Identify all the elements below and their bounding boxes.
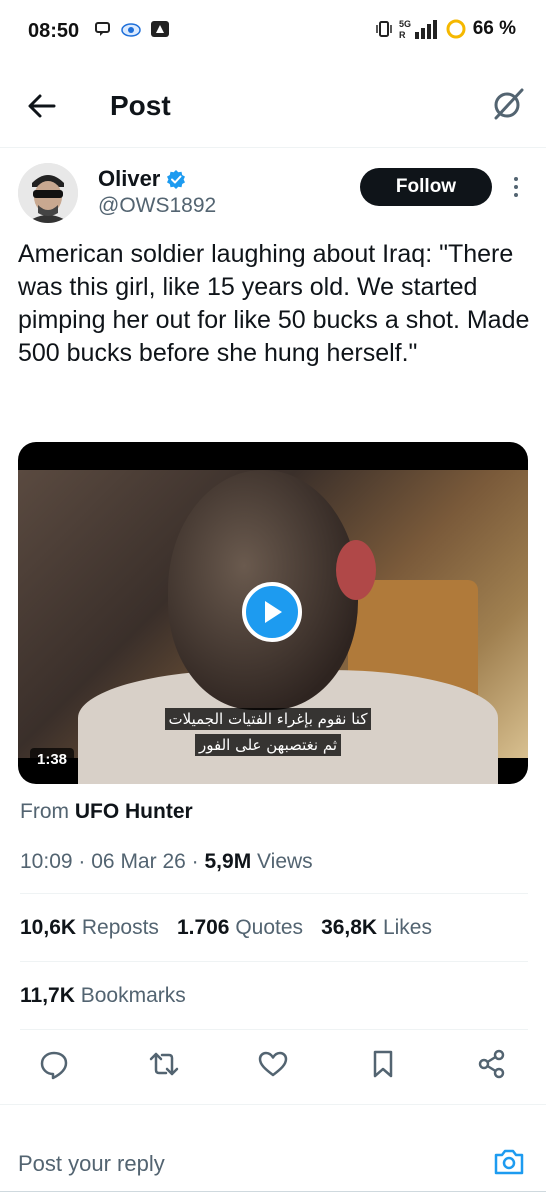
quotes-count: 1.706: [176, 916, 230, 939]
camera-icon[interactable]: [492, 1145, 526, 1179]
subtitle-line-2: ثم نغتصبهن على الفور: [194, 734, 341, 756]
battery-icon: [446, 19, 466, 39]
from-source: From UFO Hunter: [20, 800, 193, 824]
drive-app-icon: [151, 21, 169, 37]
post-meta: 10:09 · 06 Mar 26 · 5,9M Views: [20, 850, 313, 874]
like-icon[interactable]: [257, 1048, 289, 1080]
verified-badge-icon: [167, 170, 186, 189]
reply-underline: [0, 1191, 546, 1192]
status-time: 08:50: [28, 20, 80, 42]
bookmark-icon[interactable]: [367, 1048, 399, 1080]
meta-separator: ·: [78, 850, 86, 873]
play-icon: [265, 601, 282, 623]
views-label: Views: [257, 850, 313, 873]
network-sub-label: R: [399, 30, 406, 40]
video-duration: 1:38: [30, 748, 75, 771]
author-name-text: Oliver: [98, 166, 161, 191]
likes-count: 36,8K: [321, 916, 378, 939]
vibrate-icon: [375, 21, 392, 37]
divider: [20, 1029, 528, 1030]
likes-stat[interactable]: 36,8K Likes: [321, 916, 432, 940]
signal-icon: 5G R: [399, 19, 437, 40]
divider: [20, 961, 528, 962]
bookmarks-stat[interactable]: 11,7K Bookmarks: [20, 984, 186, 1008]
share-icon[interactable]: [476, 1048, 508, 1080]
reply-composer: [0, 1104, 546, 1200]
battery-level: 66 %: [472, 18, 516, 39]
play-button[interactable]: [242, 582, 302, 642]
divider: [20, 893, 528, 894]
meta-separator: ·: [191, 850, 199, 873]
views-count: 5,9M: [204, 850, 252, 873]
quotes-stat[interactable]: 1.706 Quotes: [177, 916, 303, 940]
status-bar: 08:50 5G R 66 %: [0, 0, 546, 62]
network-label: 5G: [399, 19, 411, 29]
bookmarks-label: Bookmarks: [80, 984, 186, 1007]
reposts-count: 10,6K: [20, 916, 77, 939]
avatar[interactable]: [18, 163, 78, 223]
thumbnail-ear: [336, 540, 376, 600]
reposts-label: Reposts: [81, 916, 159, 939]
notification-app-icon: [95, 22, 110, 36]
from-source-link[interactable]: UFO Hunter: [75, 800, 193, 823]
page-title: Post: [110, 90, 171, 121]
back-arrow-icon[interactable]: [24, 88, 60, 124]
quotes-label: Quotes: [235, 916, 304, 939]
eye-app-icon: [121, 23, 141, 37]
reply-icon[interactable]: [38, 1048, 70, 1080]
post-actions: [20, 1048, 528, 1088]
likes-label: Likes: [382, 916, 432, 939]
video-subtitles: كنا نقوم بإغراء الفتيات الجميلات ثم نغتص…: [148, 708, 388, 760]
grok-icon[interactable]: [490, 86, 526, 122]
follow-button[interactable]: Follow: [360, 168, 492, 206]
system-icons: 5G R 66 %: [375, 18, 516, 40]
post-author: Oliver @OWS1892 Follow: [18, 160, 528, 226]
top-bar: Post: [0, 62, 546, 148]
author-name[interactable]: Oliver: [98, 166, 186, 192]
from-label: From: [20, 800, 69, 823]
video-player[interactable]: كنا نقوم بإغراء الفتيات الجميلات ثم نغتص…: [18, 442, 528, 784]
post-text: American soldier laughing about Iraq: "T…: [18, 240, 530, 367]
avatar-image: [18, 163, 78, 223]
engagement-stats: 10,6K Reposts 1.706 Quotes 36,8K Likes: [20, 916, 432, 940]
subtitle-line-1: كنا نقوم بإغراء الفتيات الجميلات: [164, 708, 372, 730]
post-date: 06 Mar 26: [91, 850, 186, 873]
repost-icon[interactable]: [148, 1048, 180, 1080]
notification-icons: [94, 20, 170, 38]
reposts-stat[interactable]: 10,6K Reposts: [20, 916, 159, 940]
reply-input[interactable]: [18, 1151, 418, 1177]
post-time: 10:09: [20, 850, 73, 873]
more-options-icon[interactable]: [510, 176, 522, 198]
bookmarks-count: 11,7K: [20, 984, 75, 1007]
author-handle[interactable]: @OWS1892: [98, 194, 216, 218]
